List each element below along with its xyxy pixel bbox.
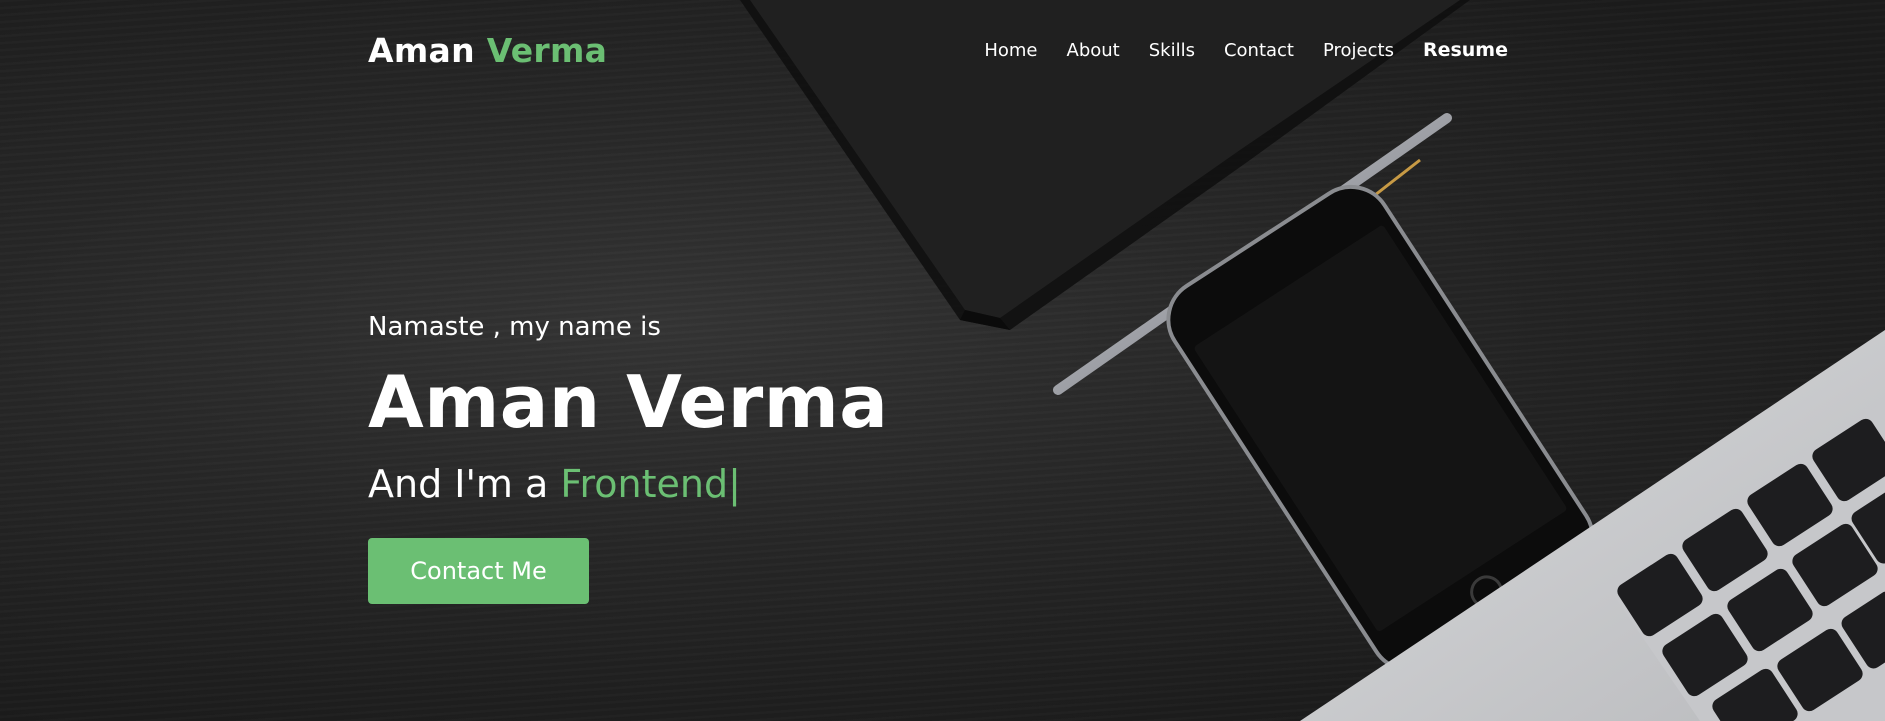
nav-resume[interactable]: Resume — [1423, 39, 1508, 61]
navbar: Aman Verma Home About Skills Contact Pro… — [368, 24, 1508, 76]
nav-home[interactable]: Home — [984, 40, 1037, 61]
hero-role: And I'm a Frontend| — [368, 462, 1128, 506]
hero-greeting: Namaste , my name is — [368, 312, 661, 342]
nav-about[interactable]: About — [1067, 40, 1120, 61]
nav-menu: Home About Skills Contact Projects Resum… — [955, 39, 1508, 61]
nav-skills[interactable]: Skills — [1149, 40, 1195, 61]
hero-name: Aman Verma — [368, 360, 889, 444]
brand-first-name: Aman — [368, 30, 475, 70]
hero-section: Aman Verma Home About Skills Contact Pro… — [0, 0, 1885, 721]
nav-projects[interactable]: Projects — [1323, 40, 1394, 61]
brand-last-name: Verma — [486, 30, 608, 70]
hero-content: Namaste , my name is Aman Verma And I'm … — [368, 312, 1128, 604]
typing-cursor: | — [728, 462, 741, 506]
contact-me-button[interactable]: Contact Me — [368, 538, 589, 604]
role-typed-text: Frontend — [560, 462, 729, 506]
role-prefix: And I'm a — [368, 462, 561, 506]
brand-logo[interactable]: Aman Verma — [368, 31, 607, 70]
nav-contact[interactable]: Contact — [1224, 40, 1294, 61]
